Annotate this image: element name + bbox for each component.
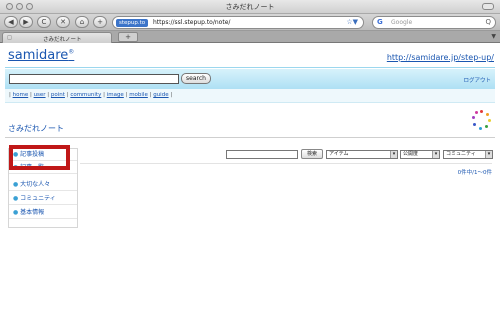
window-titlebar: さみだれノート [0,0,500,14]
reload-button[interactable]: C [37,16,51,28]
site-search-input[interactable] [9,74,179,84]
logout-link[interactable]: ログアウト [463,76,491,84]
list-divider [80,163,492,164]
browser-toolbar: ◀ ▶ C ✕ ⌂ + stepup.to https://ssl.stepup… [0,14,500,31]
title-divider [5,137,495,138]
logo-dots-icon [472,110,492,130]
site-url-link[interactable]: http://samidare.jp/step-up/ [387,53,494,62]
sidebar-item-label: コミュニティ [20,195,56,202]
page-title: さみだれノート [8,124,64,133]
toolbar-toggle-button[interactable] [482,3,494,10]
nav-link-image[interactable]: image [107,92,124,98]
article-search-input[interactable] [226,150,298,159]
site-identity-badge[interactable]: stepup.to [116,19,149,27]
search-icon[interactable]: Q [485,18,491,26]
sidebar-item-label: 基本情報 [20,209,45,216]
url-text[interactable]: https://ssl.stepup.to/note/ [153,19,230,26]
nav-link-guide[interactable]: guide [153,92,168,98]
close-tab-icon[interactable]: ◻ [7,34,12,41]
address-bar[interactable]: stepup.to https://ssl.stepup.to/note/ ☆▼ [112,16,364,29]
nav-link-home[interactable]: home [13,92,29,98]
tab-menu-icon[interactable]: ▼ [491,33,496,40]
tab-bar: ◻ さみだれノート + ▼ [0,31,500,43]
item-select[interactable]: アイテム ▾ [326,150,398,159]
sidebar-item-community[interactable]: ● コミュニティ [9,193,77,205]
sidebar-item-important-people[interactable]: ● 大切な人々 [9,179,77,191]
sidebar-item-label: 大切な人々 [20,181,51,188]
chevron-down-icon: ▾ [485,151,492,158]
site-search-bar: search ログアウト [5,69,495,89]
forward-button[interactable]: ▶ [19,16,33,28]
new-tab-button[interactable]: + [118,32,138,42]
browser-search-field[interactable]: G Google Q [372,16,496,29]
chevron-down-icon: ▾ [390,151,397,158]
back-button[interactable]: ◀ [4,16,18,28]
community-select[interactable]: コミュニティ ▾ [443,150,493,159]
article-search-button[interactable]: 検索 [301,149,323,159]
nav-link-mobile[interactable]: mobile [129,92,148,98]
visibility-select[interactable]: 公開度 ▾ [400,150,440,159]
site-logo[interactable]: samidare® [8,48,74,63]
site-nav: | home | user | point | community | imag… [5,89,495,103]
tab-active[interactable]: ◻ さみだれノート [2,32,112,43]
highlight-box [9,145,70,170]
nav-link-community[interactable]: community [70,92,101,98]
nav-link-point[interactable]: point [51,92,65,98]
header-divider [5,67,495,68]
result-count: 0件中/1～0件 [457,170,492,176]
stop-button[interactable]: ✕ [56,16,70,28]
nav-link-user[interactable]: user [34,92,46,98]
registered-mark: ® [68,48,75,56]
window-title: さみだれノート [225,3,275,11]
site-nav-links: | home | user | point | community | imag… [9,92,173,98]
home-button[interactable]: ⌂ [75,16,89,28]
chevron-down-icon: ▾ [432,151,439,158]
google-icon[interactable]: G [377,18,383,26]
sidebar-item-basic-info[interactable]: ● 基本情報 [9,207,77,219]
site-search-button[interactable]: search [181,73,211,84]
tab-title: さみだれノート [43,37,82,43]
search-placeholder: Google [391,19,413,26]
add-bookmark-button[interactable]: + [93,16,107,28]
star-icon[interactable]: ☆▼ [346,18,358,26]
